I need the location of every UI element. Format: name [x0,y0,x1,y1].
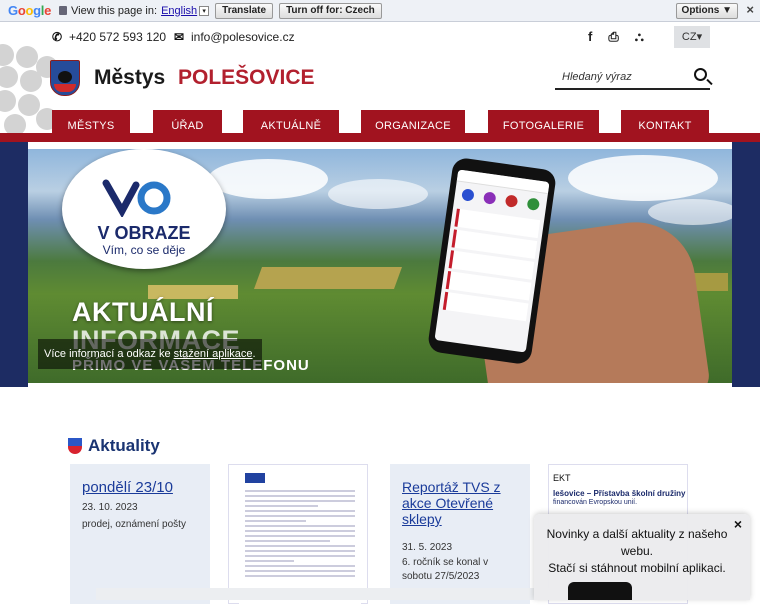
translate-bar: Google View this page in: English ▾ Tran… [0,0,760,22]
turn-off-button[interactable]: Turn off for: Czech [279,2,382,19]
close-icon[interactable]: × [746,2,754,17]
nav-item-organizace[interactable]: ORGANIZACE [361,110,465,142]
news-heading: Aktuality [88,436,160,455]
search-icon[interactable] [694,68,707,81]
lock-icon [59,6,68,15]
site-title[interactable]: Městys [94,66,165,90]
app-store-button[interactable] [568,582,632,600]
site-title-town[interactable]: POLEŠOVICE [178,66,315,90]
chevron-down-icon[interactable]: ▾ [199,5,210,16]
nav-item-urad[interactable]: ÚŘAD [153,110,222,142]
hero-banner[interactable]: V OBRAZE Vím, co se děje AKTUÁLNÍ INFORM… [28,149,732,383]
search-box[interactable]: Hledaný výraz [555,66,710,90]
translate-button[interactable]: Translate [215,2,274,19]
popup-line-1: Novinky a další aktuality z našeho webu. [546,527,728,558]
news-icon [68,438,82,454]
news-card-text: 6. ročník se konal v sobotu 27/5/2023 [402,557,489,582]
news-card[interactable] [228,464,368,605]
search-input[interactable]: Hledaný výraz [562,71,632,83]
document-thumbnail [239,471,361,605]
translate-prompt: View this page in: [71,4,158,17]
coat-of-arms[interactable] [50,60,80,96]
nav-item-aktualne[interactable]: AKTUÁLNĚ [243,110,339,142]
news-card[interactable]: pondělí 23/10 23. 10. 2023 prodej, oznám… [70,464,210,604]
hero-caption: Více informací a odkaz ke stažení aplika… [38,339,262,369]
news-card-text: prodej, oznámení pošty [82,519,186,530]
sitemap-icon[interactable]: ⛬ [635,29,644,45]
news-card-date: 31. 5. 2023 [402,542,453,553]
top-icons: f ⎙ ⛬ [588,29,644,45]
popup-text: Novinky a další aktuality z našeho webu.… [534,526,740,577]
contact-bar: ✆ +420 572 593 120 ✉ info@polesovice.cz f … [0,26,760,48]
news-card[interactable]: Reportáž TVS z akce Otevřené sklepy 31. … [390,464,530,604]
phone-number: +420 572 593 120 [69,30,167,44]
nav-item-fotogalerie[interactable]: FOTOGALERIE [488,110,599,142]
decorative-dots [0,44,58,136]
popup-line-2: Stačí si stáhnout mobilní aplikaci. [548,561,726,575]
email-address: info@polesovice.cz [191,30,295,44]
app-promo-popup: × Novinky a další aktuality z našeho web… [534,514,750,600]
language-select[interactable]: CZ▾ [674,26,710,48]
news-card-heading: lešovice – Přístavba školní družiny [553,489,686,498]
nav-item-mestys[interactable]: MĚSTYS [52,110,130,142]
logo-subtitle: Vím, co se děje [102,243,186,257]
email-link[interactable]: ✉ info@polesovice.cz [174,30,295,44]
news-card-date: 23. 10. 2023 [82,502,138,513]
google-logo: Google [8,3,52,18]
news-card-label: EKT [553,473,571,483]
options-button[interactable]: Options ▼ [675,3,738,19]
bottom-bar [96,588,576,600]
caption-text: Více informací a odkaz ke [44,348,174,360]
logo-title: V OBRAZE [97,223,191,243]
eu-flag-icon [245,473,265,483]
vo-logo-icon [102,179,171,217]
nav-item-kontakt[interactable]: KONTAKT [621,110,709,142]
phone-icon: ✆ [52,30,63,44]
v-obraze-logo: V OBRAZE Vím, co se děje [62,149,226,269]
news-card-title[interactable]: Reportáž TVS z akce Otevřené sklepy [402,479,512,527]
envelope-icon: ✉ [174,30,185,44]
phone-link[interactable]: ✆ +420 572 593 120 [52,30,166,44]
print-icon[interactable]: ⎙ [608,29,618,45]
caption-end: . [252,348,256,360]
download-app-link[interactable]: stažení aplikace [174,348,253,360]
translate-language-select[interactable]: English [161,5,197,17]
hero-headline-1: AKTUÁLNÍ [72,297,214,327]
news-card-subtext: financován Evropskou unií. [553,499,638,506]
news-card-title[interactable]: pondělí 23/10 [82,479,173,496]
facebook-icon[interactable]: f [588,29,592,45]
